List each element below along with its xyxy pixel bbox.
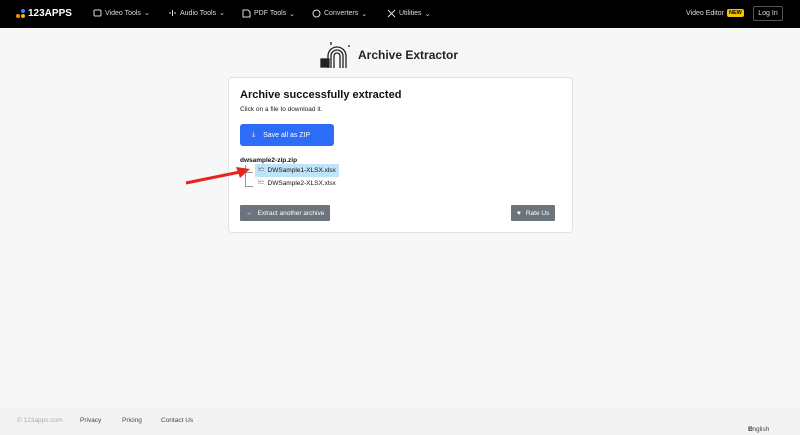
result-subtitle: Click on a file to download it. <box>240 106 323 113</box>
nav-converters[interactable]: Converters ⌄ <box>312 9 367 18</box>
converter-icon <box>312 9 321 18</box>
heart-icon: ♥ <box>517 209 521 217</box>
logo[interactable]: 123APPS <box>16 8 72 19</box>
app-title-text: Archive Extractor <box>358 48 459 62</box>
chevron-down-icon: ⌄ <box>289 10 296 18</box>
video-editor-label: Video Editor <box>686 9 725 17</box>
arrow-left-icon: ← <box>246 209 253 217</box>
nav-utilities[interactable]: Utilities ⌄ <box>387 9 430 18</box>
contact-link[interactable]: Contact Us <box>161 417 193 424</box>
rate-us-button[interactable]: ♥ Rate Us <box>511 205 556 221</box>
annotation-arrow-icon <box>185 167 250 185</box>
chevron-down-icon: ⌄ <box>424 10 431 18</box>
pricing-link[interactable]: Pricing <box>122 417 142 424</box>
extract-another-button[interactable]: ← Extract another archive <box>240 205 331 221</box>
save-all-zip-button[interactable]: ⤓ Save all as ZIP <box>240 124 334 146</box>
extract-another-label: Extract another archive <box>257 209 325 217</box>
new-badge: NEW <box>727 9 744 17</box>
result-card: Archive successfully extracted Click on … <box>228 77 573 233</box>
nav-video-tools[interactable]: Video Tools ⌄ <box>93 9 150 17</box>
language-label: English <box>748 426 770 433</box>
download-icon: ⤓ <box>252 131 256 138</box>
spreadsheet-file-icon: 🗠 <box>258 179 265 186</box>
result-heading: Archive successfully extracted <box>240 89 402 101</box>
audio-icon <box>169 10 176 16</box>
login-button[interactable]: Log In <box>753 6 783 21</box>
utilities-icon <box>387 9 396 18</box>
nav-pdf-tools[interactable]: PDF Tools ⌄ <box>242 9 295 18</box>
app-title: Archive Extractor <box>318 40 458 70</box>
nav-label: Converters <box>324 10 359 17</box>
file-name: DWSample1-XLSX.xlsx <box>267 167 336 174</box>
video-icon <box>93 9 102 17</box>
chevron-down-icon: ⌄ <box>361 10 368 18</box>
file-item-1[interactable]: 🗠 DWSample1-XLSX.xlsx <box>255 164 339 177</box>
archive-name: dwsample2-zip.zip <box>240 157 298 164</box>
footer: © 123apps.com Privacy Pricing Contact Us… <box>0 408 800 435</box>
file-tree: dwsample2-zip.zip 🗠 DWSample1-XLSX.xlsx 🗠… <box>240 157 339 187</box>
nav-audio-tools[interactable]: Audio Tools ⌄ <box>168 9 225 17</box>
pdf-icon <box>242 9 251 18</box>
file-item-2[interactable]: 🗠 DWSample2-XLSX.xlsx <box>255 177 339 190</box>
rate-us-label: Rate Us <box>525 209 550 217</box>
spreadsheet-file-icon: 🗠 <box>258 166 265 173</box>
nav-label: Video Tools <box>105 9 141 17</box>
copyright: © 123apps.com <box>17 417 63 424</box>
video-editor-link[interactable]: Video Editor NEW <box>686 9 744 17</box>
archive-extractor-icon <box>320 42 350 68</box>
top-nav: 123APPS Video Tools ⌄ Audio Tools ⌄ PDF To… <box>0 0 800 28</box>
nav-label: Audio Tools <box>180 9 217 17</box>
file-name: DWSample2-XLSX.xlsx <box>267 180 336 187</box>
logo-icon <box>16 8 25 19</box>
save-zip-label: Save all as ZIP <box>263 131 311 139</box>
privacy-link[interactable]: Privacy <box>80 417 101 424</box>
chevron-down-icon: ⌄ <box>219 10 225 17</box>
chevron-down-icon: ⌄ <box>143 10 150 17</box>
logo-text: 123APPS <box>28 8 72 19</box>
nav-label: Utilities <box>399 10 422 17</box>
nav-label: PDF Tools <box>254 10 287 17</box>
